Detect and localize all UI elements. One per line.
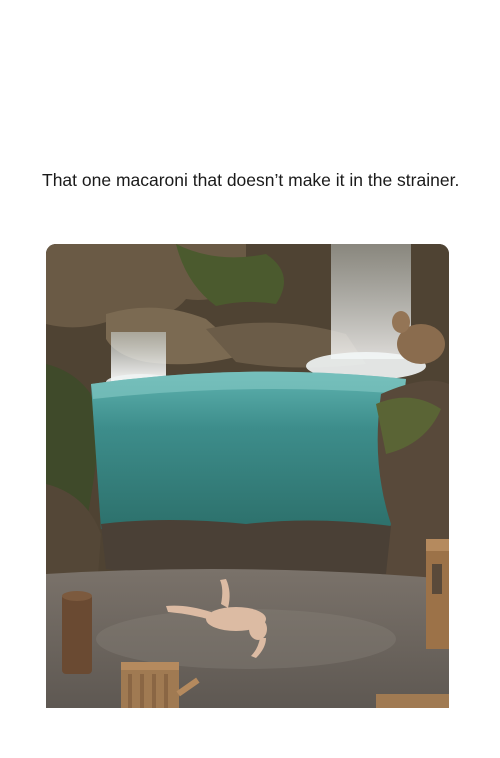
goat-head <box>392 311 410 333</box>
post <box>62 594 92 674</box>
post-caption: That one macaroni that doesn’t make it i… <box>42 170 460 190</box>
chair-right-bottom <box>376 694 449 708</box>
aquarium-base-rocks <box>101 520 391 578</box>
scene-illustration <box>46 244 449 708</box>
chair-right <box>426 539 449 649</box>
aquarium-water <box>91 371 406 534</box>
chair-front <box>121 662 179 708</box>
meme-photo <box>46 244 449 708</box>
